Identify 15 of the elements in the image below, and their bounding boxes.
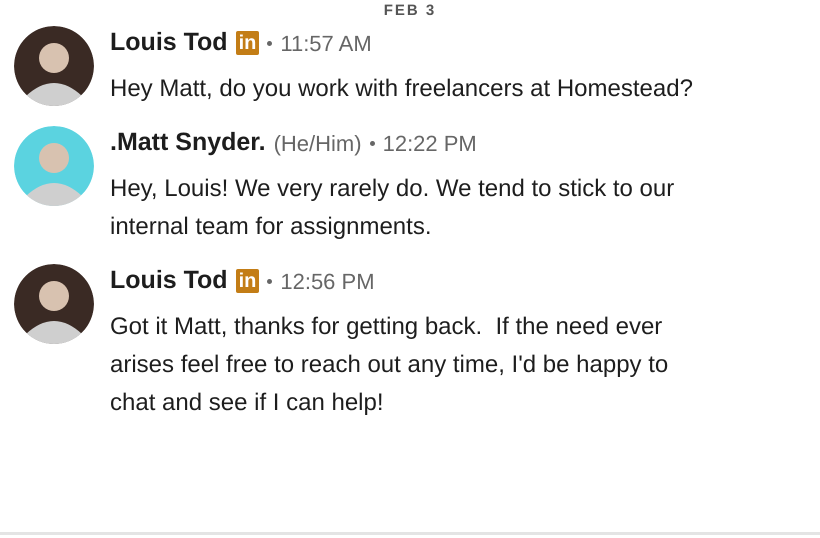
avatar-icon[interactable] (14, 264, 94, 344)
message-time: 12:22 PM (382, 130, 477, 158)
message-text: Got it Matt, thanks for getting back. If the need ever arises feel free to reach out any time, I'd be happy to chat and see if I can help! (110, 312, 670, 418)
message-text: Hey, Louis! We very rarely do. We tend to stick to our internal team for assignments. (110, 174, 676, 242)
message-text: Hey Matt, do you work with freelancers at Homestead? (110, 74, 694, 104)
message-time: 12:56 PM (280, 268, 375, 296)
sender-name[interactable]: Louis Tod (110, 262, 228, 300)
premium-badge: in (236, 269, 260, 293)
sender-name[interactable]: .Matt Snyder. (110, 124, 266, 162)
message-time: 11:57 AM (280, 30, 372, 58)
sender-name[interactable]: Louis Tod (110, 24, 228, 62)
premium-badge: in (236, 31, 260, 55)
pronouns: (He/Him) (274, 130, 362, 158)
avatar-icon[interactable] (14, 26, 94, 106)
date-divider: FEB 3 (382, 1, 438, 20)
